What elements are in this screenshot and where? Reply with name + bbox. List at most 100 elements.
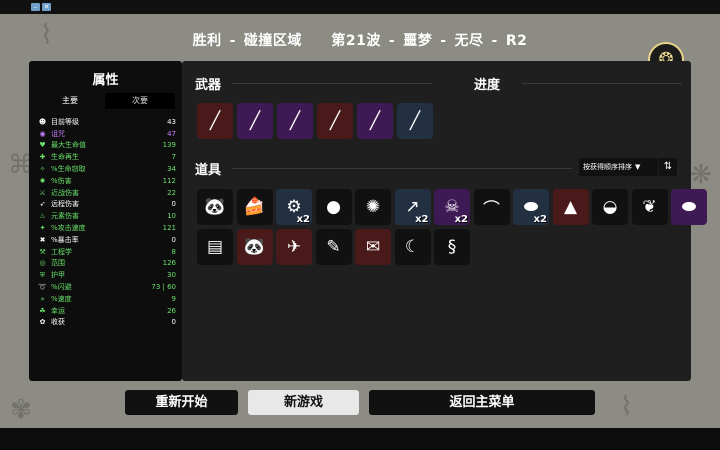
stats-tabs: 主要 次要 bbox=[35, 93, 175, 109]
new-game-button[interactable]: 新游戏 bbox=[248, 390, 359, 415]
item-slot[interactable]: ☾ bbox=[394, 229, 431, 265]
stat-value: 112 bbox=[162, 176, 176, 185]
weapon-slot[interactable]: ╱ bbox=[237, 103, 273, 139]
item-slot[interactable]: ◒ bbox=[592, 189, 628, 225]
item-slot[interactable]: ❦ bbox=[631, 189, 668, 225]
stat-row[interactable]: ◉ 诅咒 47 bbox=[37, 128, 176, 140]
run-level: R2 bbox=[505, 33, 528, 49]
weapon-slot[interactable]: ╱ bbox=[357, 103, 393, 139]
stat-row[interactable]: ◎ 范围 126 bbox=[37, 258, 176, 270]
bug-item-icon: ✺ bbox=[365, 197, 381, 217]
snake-item-icon: § bbox=[447, 237, 457, 257]
item-slot[interactable]: ▤ bbox=[197, 229, 233, 265]
stat-value: 22 bbox=[167, 188, 176, 197]
weapon-slot[interactable]: ╱ bbox=[197, 103, 233, 139]
weapon-slot[interactable]: ╱ bbox=[277, 103, 313, 139]
stat-value: 10 bbox=[167, 212, 176, 221]
stat-row[interactable]: ✿ 收获 0 bbox=[37, 317, 176, 329]
item-slot[interactable]: ✈ bbox=[276, 229, 312, 265]
background-doodle-icon: ❋ bbox=[690, 160, 712, 190]
minimize-icon[interactable]: – bbox=[31, 3, 40, 11]
stat-row[interactable]: ☘ 幸运 26 bbox=[37, 305, 176, 317]
stat-value: 121 bbox=[162, 224, 176, 233]
cursed-stick-weapon-icon: ╱ bbox=[289, 111, 301, 131]
stat-row[interactable]: ✖ %暴击率 0 bbox=[37, 234, 176, 246]
stat-row[interactable]: ♨ 元素伤害 10 bbox=[37, 210, 176, 222]
run-summary-title: 胜利 - 碰撞区域 第21波 - 噩梦 - 无尽 - R2 bbox=[0, 30, 720, 50]
stat-label: %闪避 bbox=[51, 283, 72, 292]
panda-baby-item-icon: 🐼 bbox=[243, 237, 266, 257]
stat-row[interactable]: ♥ 最大生命值 139 bbox=[37, 140, 176, 152]
stat-row[interactable]: ☻ 目前等级 43 bbox=[37, 116, 176, 128]
item-slot[interactable]: ⚙ x2 bbox=[276, 189, 312, 225]
stat-row[interactable]: ⚔ 近战伤害 22 bbox=[37, 187, 176, 199]
stat-row[interactable]: ➰ %闪避 73 | 60 bbox=[37, 281, 176, 293]
stat-label: 收获 bbox=[51, 318, 65, 327]
heart-icon: ♥ bbox=[39, 141, 46, 150]
stat-row[interactable]: ✦ %攻击速度 121 bbox=[37, 222, 176, 234]
item-slot[interactable]: § bbox=[434, 229, 470, 265]
section-divider bbox=[232, 168, 572, 169]
item-quantity-badge: x2 bbox=[415, 214, 429, 225]
scarf-item-icon: ☾ bbox=[404, 237, 421, 257]
tab-primary-stats[interactable]: 主要 bbox=[35, 93, 105, 109]
title-separator: - bbox=[229, 33, 236, 49]
item-slot[interactable]: ✉ bbox=[355, 229, 391, 265]
stat-list: ☻ 目前等级 43 ◉ 诅咒 47 ♥ 最大生命值 139 ✚ 生命再生 7 ✧ %生命窃取 34 ✹ %伤害 1… bbox=[37, 116, 176, 328]
weapon-slot[interactable]: ╱ bbox=[317, 103, 353, 139]
speed-icon: » bbox=[40, 294, 45, 303]
stat-row[interactable]: ⛨ 护甲 30 bbox=[37, 269, 176, 281]
item-slot[interactable]: ▲ bbox=[552, 189, 589, 225]
item-slot[interactable]: 🐼 bbox=[236, 229, 273, 265]
stat-row[interactable]: ➶ 远程伤害 0 bbox=[37, 199, 176, 211]
item-slot[interactable]: ↗ x2 bbox=[394, 189, 431, 225]
stat-value: 43 bbox=[167, 117, 176, 126]
stat-value: 0 bbox=[171, 318, 176, 327]
stats-title: 属性 bbox=[92, 73, 119, 88]
weapon-slot[interactable]: ╱ bbox=[397, 103, 433, 139]
pencil-item-icon: ✎ bbox=[326, 237, 341, 257]
stat-row[interactable]: ⚒ 工程学 8 bbox=[37, 246, 176, 258]
stat-label: 护甲 bbox=[51, 271, 65, 280]
stat-row[interactable]: ✧ %生命窃取 34 bbox=[37, 163, 176, 175]
item-slot[interactable]: ✺ bbox=[355, 189, 391, 225]
damage-icon: ✹ bbox=[39, 176, 46, 185]
stat-value: 126 bbox=[162, 259, 176, 268]
banana-item-icon: ⌒ bbox=[483, 199, 500, 220]
item-slot[interactable]: ☠ x2 bbox=[434, 189, 470, 225]
item-slot[interactable]: 🐼 bbox=[197, 189, 233, 225]
item-quantity-badge: x2 bbox=[454, 214, 468, 225]
stick-weapon-icon: ╱ bbox=[329, 111, 341, 131]
stat-label: 目前等级 bbox=[51, 117, 79, 126]
item-slot[interactable]: ⬬ x2 bbox=[513, 189, 549, 225]
stat-value: 30 bbox=[167, 271, 176, 280]
result-text: 胜利 bbox=[192, 33, 222, 49]
item-slot[interactable]: ● bbox=[315, 189, 352, 225]
harvest-icon: ✿ bbox=[39, 318, 46, 327]
sort-direction-icon[interactable]: ⇅ bbox=[659, 158, 677, 176]
stat-row[interactable]: » %速度 9 bbox=[37, 293, 176, 305]
stat-label: 范围 bbox=[51, 259, 65, 268]
item-slot[interactable]: ✎ bbox=[315, 229, 352, 265]
background-doodle-icon: ⌇ bbox=[620, 392, 633, 422]
item-slot[interactable]: 🍰 bbox=[236, 189, 273, 225]
item-slot[interactable]: ⬬ bbox=[671, 189, 707, 225]
stat-row[interactable]: ✚ 生命再生 7 bbox=[37, 151, 176, 163]
egg-item-icon: ● bbox=[326, 197, 341, 217]
cake-item-icon: 🍰 bbox=[243, 197, 266, 217]
cursed-boots-item-icon: ⬬ bbox=[681, 197, 697, 217]
section-divider bbox=[522, 83, 682, 84]
stat-row[interactable]: ✹ %伤害 112 bbox=[37, 175, 176, 187]
stat-label: 元素伤害 bbox=[51, 212, 79, 221]
stick-weapon-icon: ╱ bbox=[209, 111, 221, 131]
restart-button[interactable]: 重新开始 bbox=[125, 390, 238, 415]
item-slot[interactable]: ⌒ bbox=[473, 189, 510, 225]
engineering-icon: ⚒ bbox=[39, 247, 46, 256]
main-menu-button[interactable]: 返回主菜单 bbox=[369, 390, 595, 415]
sort-order-dropdown[interactable]: 按获得顺序排序 ▼ bbox=[579, 158, 658, 176]
tab-secondary-stats[interactable]: 次要 bbox=[105, 93, 175, 109]
panda-item-icon: 🐼 bbox=[204, 197, 226, 217]
close-icon[interactable]: ✕ bbox=[42, 3, 51, 11]
dodge-icon: ➰ bbox=[38, 283, 47, 292]
stat-label: 最大生命值 bbox=[51, 141, 86, 150]
